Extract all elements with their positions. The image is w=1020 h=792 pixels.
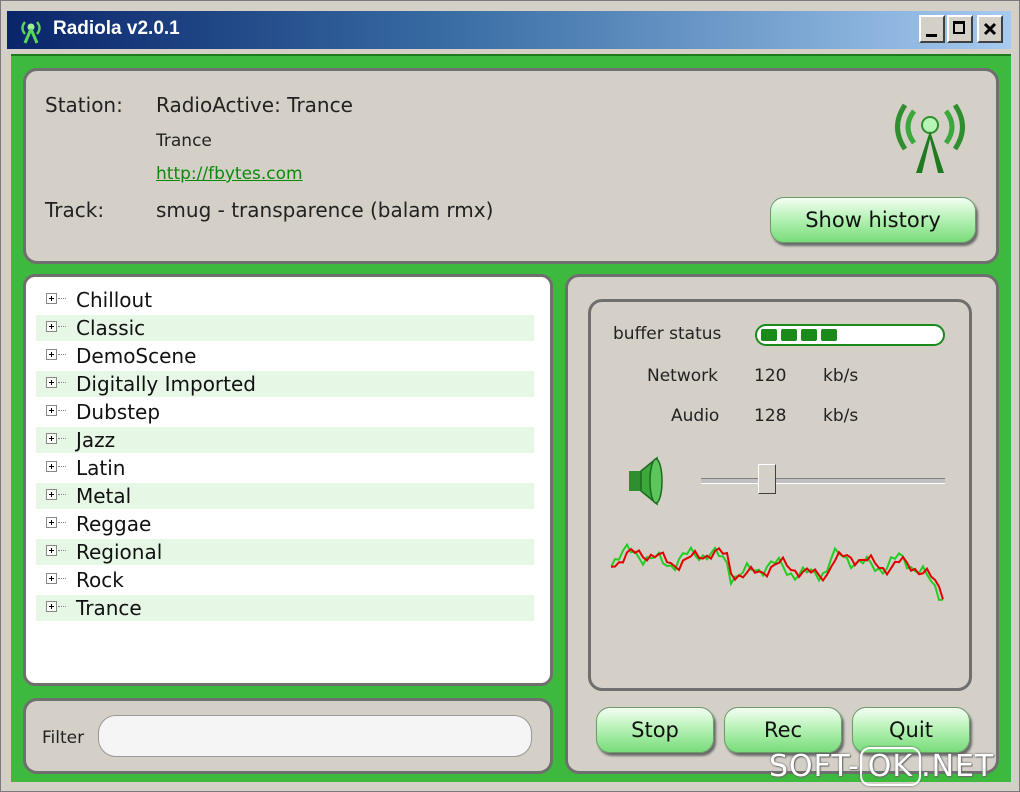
expand-icon[interactable]: [46, 489, 57, 500]
tree-item-label: Classic: [76, 316, 146, 340]
genre-tree[interactable]: Chillout Classic DemoScene Digitally Import…: [23, 274, 553, 686]
network-unit: kb/s: [823, 366, 859, 386]
tree-connector: [58, 550, 66, 551]
expand-icon[interactable]: [46, 517, 57, 528]
tree-connector: [58, 494, 66, 495]
expand-icon[interactable]: [46, 377, 57, 388]
tree-connector: [58, 410, 66, 411]
antenna-icon: [21, 21, 41, 44]
expand-icon[interactable]: [46, 573, 57, 584]
tree-item-metal[interactable]: Metal: [36, 483, 534, 509]
expand-icon[interactable]: [46, 461, 57, 472]
tree-item-label: Chillout: [76, 288, 153, 312]
window-title: Radiola v2.0.1: [53, 18, 180, 39]
app-window: Radiola v2.0.1 Station: RadioActive: Tra…: [0, 0, 1020, 792]
filter-input[interactable]: [98, 715, 532, 757]
close-button[interactable]: [977, 15, 1003, 43]
tree-item-regional[interactable]: Regional: [36, 539, 534, 565]
tree-item-dubstep[interactable]: Dubstep: [36, 399, 534, 425]
tree-connector: [58, 606, 66, 607]
minimize-button[interactable]: [919, 15, 945, 43]
buffer-segment: [761, 329, 777, 341]
expand-icon[interactable]: [46, 349, 57, 360]
tree-item-label: Dubstep: [76, 400, 161, 424]
show-history-button[interactable]: Show history: [770, 197, 976, 243]
tree-item-reggae[interactable]: Reggae: [36, 511, 534, 537]
station-name: RadioActive: Trance: [156, 93, 353, 117]
network-value: 120: [754, 366, 787, 386]
tree-connector: [58, 466, 66, 467]
expand-icon[interactable]: [46, 545, 57, 556]
tree-item-label: Metal: [76, 484, 132, 508]
audio-unit: kb/s: [823, 406, 859, 426]
watermark: SOFT- OK .NET: [769, 747, 994, 786]
network-label: Network: [647, 366, 718, 386]
stop-button[interactable]: Stop: [596, 707, 714, 753]
buffer-segment: [781, 329, 797, 341]
close-icon: [983, 22, 997, 36]
buffer-segment: [821, 329, 837, 341]
minimize-icon: [926, 34, 937, 37]
watermark-right: .NET: [921, 749, 995, 784]
tree-item-label: DemoScene: [76, 344, 197, 368]
tree-connector: [58, 298, 66, 299]
tree-item-label: Regional: [76, 540, 163, 564]
filter-panel: Filter: [23, 698, 553, 774]
tree-item-label: Reggae: [76, 512, 152, 536]
volume-slider-track[interactable]: [701, 478, 945, 484]
track-label: Track:: [45, 198, 105, 222]
tree-item-label: Digitally Imported: [76, 372, 256, 396]
expand-icon[interactable]: [46, 321, 57, 332]
station-url-link[interactable]: http://fbytes.com: [156, 164, 303, 184]
volume-slider-thumb[interactable]: [757, 464, 776, 494]
tree-item-chillout[interactable]: Chillout: [36, 287, 534, 313]
speaker-icon[interactable]: [625, 454, 669, 508]
expand-icon[interactable]: [46, 601, 57, 612]
station-label: Station:: [45, 93, 123, 117]
tree-item-jazz[interactable]: Jazz: [36, 427, 534, 453]
tree-item-digitally-imported[interactable]: Digitally Imported: [36, 371, 534, 397]
tree-item-demoscene[interactable]: DemoScene: [36, 343, 534, 369]
expand-icon[interactable]: [46, 293, 57, 304]
tree-item-rock[interactable]: Rock: [36, 567, 534, 593]
tree-connector: [58, 578, 66, 579]
station-info-panel: Station: RadioActive: Trance Trance http…: [23, 68, 999, 264]
tree-connector: [58, 354, 66, 355]
expand-icon[interactable]: [46, 405, 57, 416]
buffer-label: buffer status: [613, 324, 722, 344]
maximize-button[interactable]: [947, 15, 973, 43]
tree-item-trance[interactable]: Trance: [36, 595, 534, 621]
tree-item-label: Jazz: [76, 428, 116, 452]
buffer-progress: [755, 324, 945, 346]
main-client-area: Station: RadioActive: Trance Trance http…: [11, 54, 1011, 782]
expand-icon[interactable]: [46, 433, 57, 444]
tree-connector: [58, 382, 66, 383]
tree-connector: [58, 438, 66, 439]
watermark-left: SOFT-: [769, 749, 860, 784]
audio-value: 128: [754, 406, 787, 426]
title-bar[interactable]: Radiola v2.0.1: [7, 11, 1011, 49]
status-panel: buffer status Network 120 kb/s Audio 128…: [588, 299, 972, 691]
track-name: smug - transparence (balam rmx): [156, 198, 494, 222]
maximize-icon: [953, 21, 965, 34]
waveform-visualizer: [611, 542, 944, 601]
tree-item-classic[interactable]: Classic: [36, 315, 534, 341]
tree-item-latin[interactable]: Latin: [36, 455, 534, 481]
watermark-ok: OK: [859, 747, 922, 786]
tree-connector: [58, 522, 66, 523]
radio-tower-icon: [895, 103, 965, 173]
tree-connector: [58, 326, 66, 327]
filter-label: Filter: [42, 728, 85, 748]
tree-item-label: Trance: [76, 596, 142, 620]
player-panel: buffer status Network 120 kb/s Audio 128…: [565, 274, 999, 774]
audio-label: Audio: [671, 406, 720, 426]
station-genre: Trance: [156, 131, 212, 151]
tree-item-label: Rock: [76, 568, 124, 592]
buffer-segment: [801, 329, 817, 341]
tree-item-label: Latin: [76, 456, 126, 480]
